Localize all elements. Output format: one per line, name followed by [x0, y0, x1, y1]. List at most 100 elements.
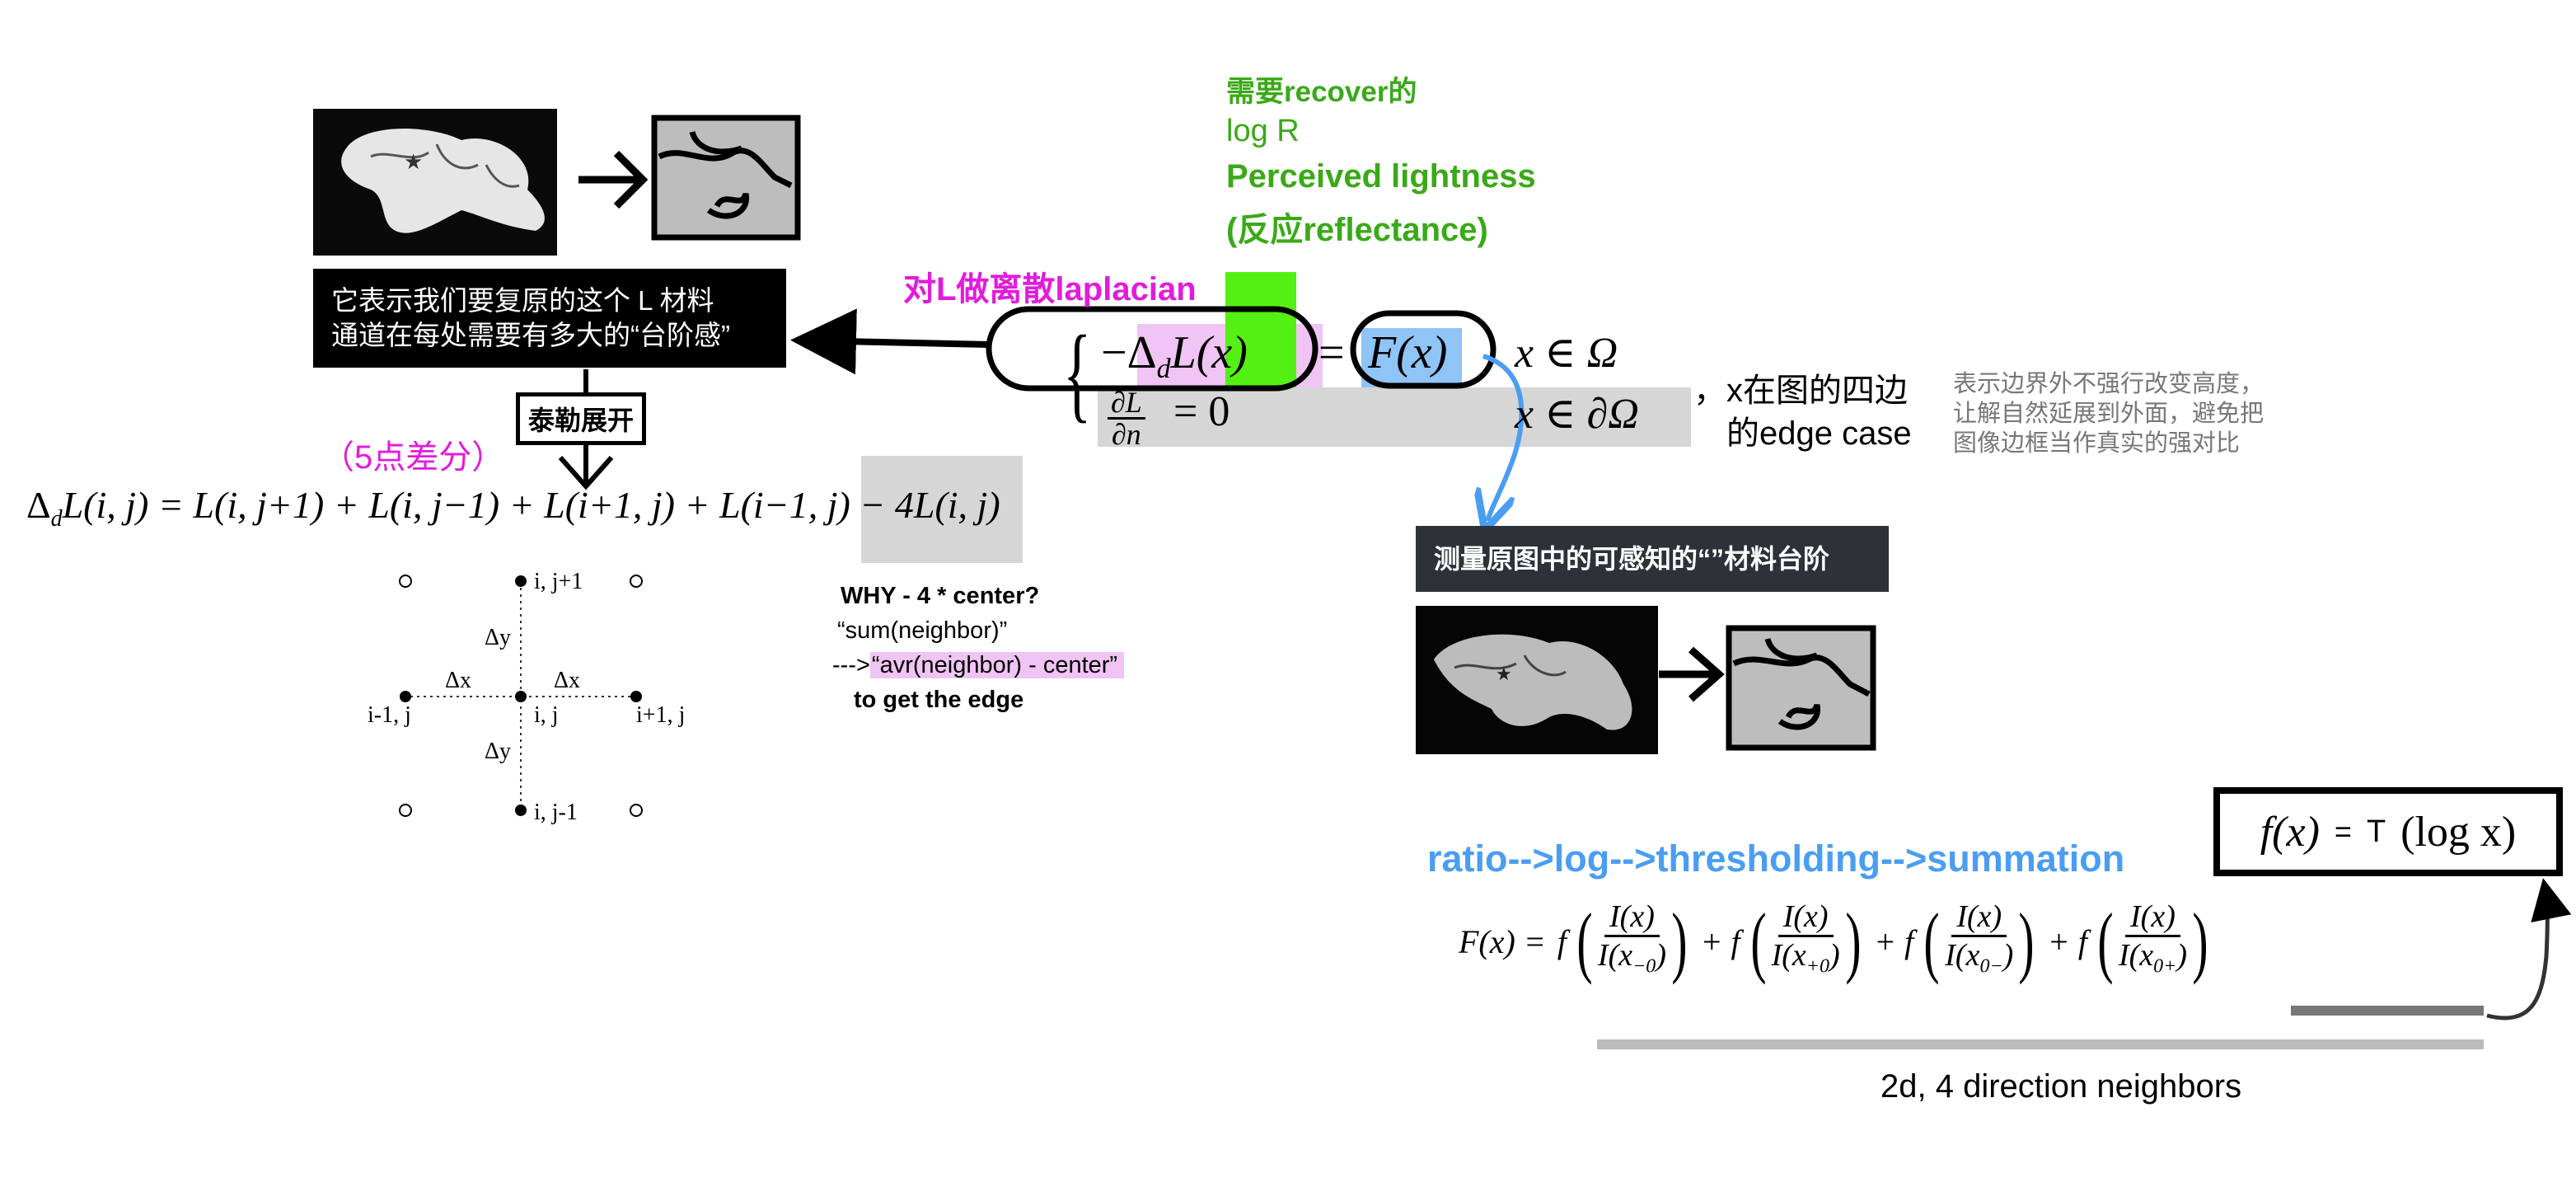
why-note-line3: --->“avr(neighbor) - center”: [832, 648, 1125, 683]
stencil-dx-left: Δx: [445, 668, 472, 693]
F-formula-den-end: ): [2176, 938, 2187, 973]
edge-case-note: ，x在图的四边 的edge case: [1693, 369, 1912, 455]
F-formula-denominator: I(x0−): [1945, 937, 2013, 985]
F-formula-den-base: I(x: [2118, 938, 2154, 973]
f-box-f: f(x): [2260, 808, 2320, 856]
pde-domain1: x ∈ Ω: [1515, 330, 1618, 377]
F-formula-fraction: I(x) I(x0−): [1945, 898, 2013, 985]
F-formula: F(x) = f(I(x) I(x−0)) + f(I(x) I(x+0)) + f(I(x…: [1459, 898, 2213, 985]
pde-L: L(x): [1170, 327, 1248, 378]
boundary-note-line1: 表示边界外不强行改变高度，: [1953, 371, 2265, 397]
boundary-note-line3: 图像边框当作真实的强对比: [1953, 430, 2241, 457]
F-formula-den-end: ): [1656, 938, 1666, 973]
f-box-rest: (log x): [2400, 808, 2517, 856]
f-box: f(x) = T (log x): [2213, 787, 2563, 876]
F-formula-fraction: I(x) I(x−0): [1598, 898, 1666, 985]
boundary-note: 表示边界外不强行改变高度， 让解自然延展到外面，避免把 图像边框当作真实的强对比: [1953, 369, 2264, 458]
f-box-t: T: [2366, 814, 2386, 849]
F-formula-numerator: I(x): [1777, 898, 1834, 937]
f-box-eq: =: [2334, 814, 2352, 848]
F-formula-f: f: [2077, 922, 2087, 960]
carving-image-top: ★: [313, 109, 557, 256]
F-formula-den-sub: 0+: [2153, 955, 2177, 978]
F-formula-den-end: ): [2002, 938, 2014, 973]
F-formula-paren-left: (: [1576, 897, 1593, 986]
F-formula-fraction: I(x) I(x+0): [1772, 898, 1840, 985]
pde-eq2-rhs: = 0: [1173, 388, 1230, 435]
reflectance-label: (反应reflectance): [1226, 212, 1488, 248]
pde-neg-delta: −Δ: [1101, 327, 1157, 378]
edge-case-line2: 的edge case: [1726, 415, 1912, 452]
stencil-dy-bottom: Δy: [485, 739, 512, 764]
recover-note-line1: 需要recover的: [1226, 76, 1417, 108]
log-r-label: log R: [1226, 114, 1300, 148]
carving-photo-bottom: ★: [1416, 606, 1658, 754]
F-formula-den-sub: +0: [1806, 955, 1829, 978]
F-formula-denominator: I(x+0): [1772, 937, 1840, 985]
F-formula-den-sub: 0−: [1979, 955, 2003, 978]
pde-eq2-frac: ∂L ∂n: [1108, 387, 1145, 449]
five-point-label: （5点差分）: [321, 439, 505, 476]
F-formula-fraction: I(x) I(x0+): [2119, 898, 2187, 985]
arrow-right-top: [578, 150, 649, 209]
F-formula-f: f: [1904, 922, 1914, 960]
F-formula-lhs: F(x) =: [1459, 922, 1546, 960]
stencil-left-label: i-1, j: [368, 702, 411, 728]
pipeline-label: ratio-->log-->thresholding-->summation: [1427, 837, 2125, 880]
F-formula-den-base: I(x: [1597, 938, 1633, 973]
laplacian-formula: ΔdL(i, j) = L(i, j+1) + L(i, j−1) + L(i+…: [26, 483, 1000, 533]
why-note-line2: “sum(neighbor)”: [837, 617, 1008, 644]
pde-delta-sub: d: [1156, 354, 1171, 385]
svg-text:★: ★: [404, 149, 423, 174]
pde-eq2-num: ∂L: [1108, 387, 1145, 420]
stencil-dy-top: Δy: [485, 625, 512, 650]
laplacian-rest: L(i, j) = L(i, j+1) + L(i, j−1) + L(i+1,…: [62, 484, 850, 526]
stencil-right-label: i+1, j: [636, 702, 686, 728]
pde-eq2-den: ∂n: [1112, 418, 1141, 451]
F-formula-denominator: I(x0+): [2119, 937, 2187, 985]
pde-F: F(x): [1368, 327, 1448, 378]
stencil-diagram: [399, 575, 643, 817]
F-formula-den-base: I(x: [1945, 938, 1980, 973]
stencil-center-label: i, j: [534, 702, 559, 728]
recover-note: 需要recover的: [1226, 73, 1417, 112]
F-formula-plus: +: [1702, 922, 1721, 960]
arrow-term-to-fbox: [2486, 878, 2572, 1020]
why-note: WHY - 4 * center? “sum(neighbor)” --->“a…: [832, 579, 1125, 717]
F-formula-numerator: I(x): [1951, 898, 2007, 937]
F-formula-paren-right: ): [2018, 897, 2035, 986]
laplacian-label: 对L做离散laplacian: [903, 271, 1197, 307]
F-formula-paren-left: (: [1923, 897, 1940, 986]
laplacian-sub: d: [50, 506, 63, 533]
taylor-label: 泰勒展开: [516, 392, 647, 445]
F-formula-den-base: I(x: [1771, 938, 1806, 973]
why-note-arrow: --->: [832, 652, 870, 678]
arrow-pde-to-box: [790, 308, 990, 375]
F-formula-den-end: ): [1829, 938, 1840, 973]
F-formula-plus: +: [1876, 922, 1895, 960]
svg-text:★: ★: [1496, 664, 1512, 684]
measure-box: 测量原图中的可感知的“”材料台阶: [1416, 526, 1889, 592]
why-note-line1: WHY - 4 * center?: [841, 583, 1040, 609]
pde-eq1: −ΔdL(x): [1101, 326, 1248, 385]
explain-box-line2: 通道在每处需要有多大的“台阶感”: [331, 320, 730, 350]
edge-map-top: [651, 115, 801, 241]
laplacian-symbol: Δ: [26, 484, 51, 526]
boundary-note-line2: 让解自然延展到外面，避免把: [1953, 401, 2265, 427]
F-formula-f: f: [1731, 922, 1740, 960]
F-formula-f: f: [1557, 922, 1567, 960]
edge-case-line1: ，x在图的四边: [1693, 373, 1908, 409]
laplacian-tail: − 4L(i, j): [859, 484, 1000, 526]
F-formula-plus: +: [2049, 922, 2068, 960]
arrow-right-bottom: [1659, 646, 1725, 702]
F-formula-denominator: I(x−0): [1598, 937, 1666, 985]
F-formula-paren-right: ): [1671, 897, 1688, 986]
stencil-top-label: i, j+1: [534, 569, 583, 594]
perceived-lightness-label: Perceived lightness: [1226, 158, 1536, 195]
why-note-line4: to get the edge: [854, 687, 1024, 713]
F-formula-numerator: I(x): [2125, 898, 2180, 937]
F-formula-den-sub: −0: [1632, 955, 1656, 978]
explain-box: 它表示我们要复原的这个 L 材料 通道在每处需要有多大的“台阶感”: [313, 269, 786, 368]
F-formula-paren-left: (: [1750, 897, 1767, 986]
F-formula-paren-left: (: [2097, 897, 2114, 986]
